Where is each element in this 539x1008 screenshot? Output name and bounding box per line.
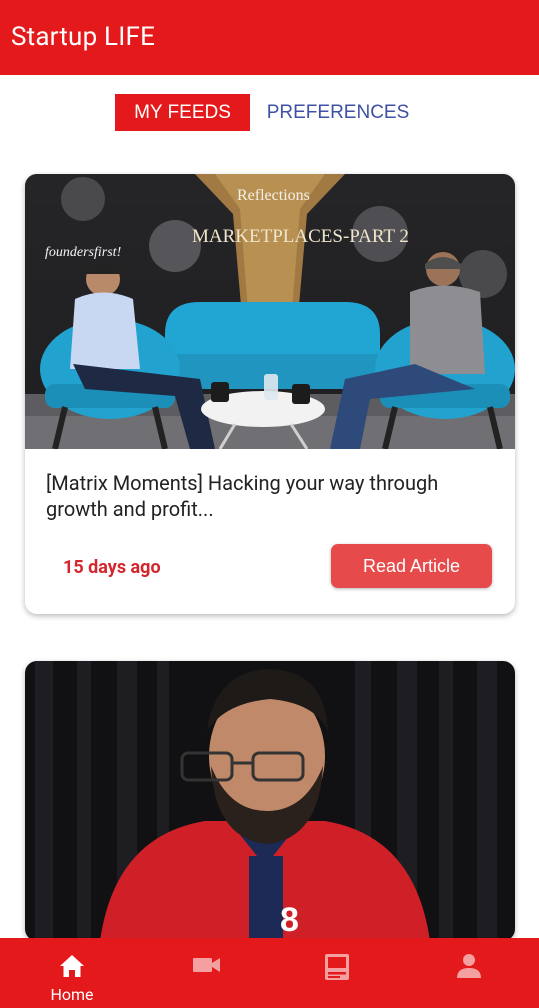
feed-tabs: MY FEEDS PREFERENCES [0,94,539,131]
video-icon [193,958,220,972]
article-icon [325,954,349,980]
nav-item-home[interactable]: Home [32,938,112,1008]
article-title[interactable]: [Matrix Moments] Hacking your way throug… [46,470,496,522]
feed-card[interactable]: MARKETPLACES-PART 2 Reflections founders… [25,174,515,614]
app-bar: Startup LIFE [0,0,539,75]
app-title: Startup LIFE [11,22,156,52]
nav-item-articles[interactable] [298,938,378,1008]
nav-item-video[interactable] [166,938,246,1008]
thumbnail-brand: Reflections [237,187,310,204]
svg-text:8: 8 [280,901,299,939]
nav-label-home: Home [50,985,94,1004]
nav-item-profile[interactable] [430,938,510,1008]
profile-icon [457,954,481,978]
article-time: 15 days ago [63,557,161,578]
article-thumbnail[interactable]: 8 [25,661,515,941]
thumbnail-headline: MARKETPLACES-PART 2 [192,226,409,247]
thumbnail-handle: foundersfirst! [45,245,122,260]
read-article-button[interactable]: Read Article [331,544,492,588]
tab-preferences[interactable]: PREFERENCES [262,94,414,131]
feed-card[interactable]: 8 [25,661,515,941]
home-icon [60,955,84,977]
bottom-navigation: Home [0,938,539,1008]
tab-my-feeds[interactable]: MY FEEDS [115,94,250,131]
article-thumbnail[interactable]: MARKETPLACES-PART 2 Reflections founders… [25,174,515,449]
